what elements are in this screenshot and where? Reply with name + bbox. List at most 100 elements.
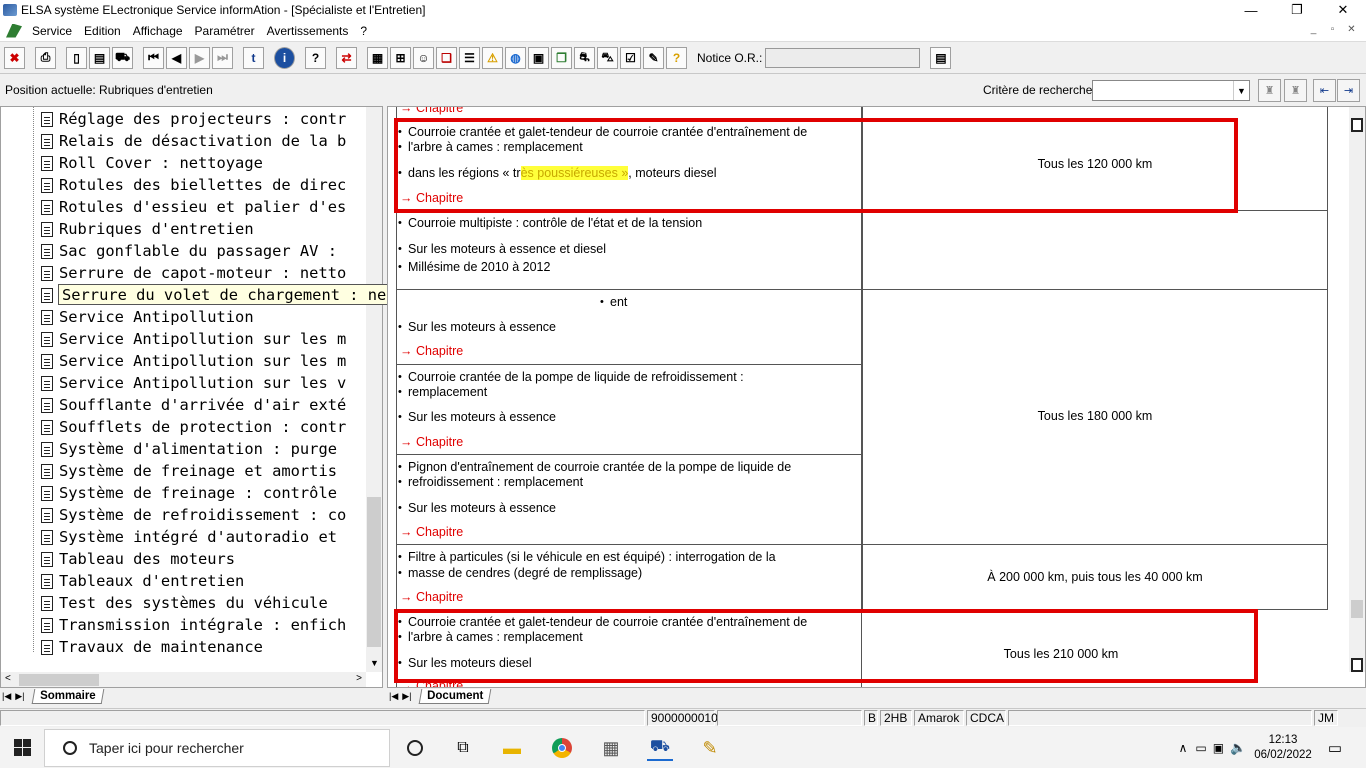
car-info-icon[interactable]: ⛍ — [597, 46, 618, 69]
start-button[interactable] — [0, 727, 44, 768]
tab-sommaire[interactable]: Sommaire — [31, 688, 104, 704]
tree-horizontal-scrollbar[interactable]: < > — [1, 672, 366, 687]
first-page-icon[interactable]: ⏮ — [143, 46, 164, 69]
volume-icon[interactable]: 🔈 — [1230, 740, 1246, 756]
paint-icon[interactable]: ✎ — [697, 735, 723, 761]
tree-item[interactable]: Système de refroidissement : co — [41, 504, 346, 526]
clock[interactable]: 12:13 06/02/2022 — [1254, 733, 1312, 763]
exit-icon[interactable]: ✖ — [4, 46, 25, 69]
tree-hscroll-thumb[interactable] — [19, 674, 99, 686]
expand-left-icon[interactable]: ⇤ — [1313, 79, 1336, 102]
maximize-button[interactable]: ❐ — [1274, 0, 1320, 20]
chevron-down-icon[interactable]: ▼ — [1233, 81, 1249, 100]
minimize-button[interactable]: — — [1228, 0, 1274, 20]
chapter-link[interactable]: → Chapitre — [400, 435, 463, 449]
grid-icon[interactable]: ⊞ — [390, 46, 411, 69]
calculator-icon[interactable]: ▦ — [598, 735, 624, 761]
taskbar-search[interactable]: Taper ici pour rechercher — [44, 728, 390, 767]
edit-icon[interactable]: ✎ — [643, 46, 664, 69]
tab-document[interactable]: Document — [418, 688, 492, 704]
chapter-link[interactable]: → Chapitre — [400, 590, 463, 604]
globe-icon[interactable]: ◍ — [505, 46, 526, 69]
tree-vertical-scrollbar[interactable]: ▼ — [366, 107, 382, 672]
mdi-close-button[interactable]: ✕ — [1343, 22, 1360, 37]
tree-item[interactable]: Système intégré d'autoradio et — [41, 526, 337, 548]
print-icon[interactable]: ⎙ — [35, 46, 56, 69]
menu-edition[interactable]: Edition — [80, 24, 129, 38]
tree-item[interactable]: Rubriques d'entretien — [41, 218, 254, 240]
tree-item[interactable]: Réglage des projecteurs : contr — [41, 108, 346, 130]
swap-icon[interactable]: ⇄ — [336, 46, 357, 69]
chapter-link[interactable]: → Chapitre — [400, 107, 463, 115]
tab-first-icon[interactable]: |◀ — [0, 691, 13, 702]
close-button[interactable]: ✕ — [1320, 0, 1366, 20]
tree-item[interactable]: Sac gonflable du passager AV : — [41, 240, 337, 262]
tree-item[interactable]: Rotules d'essieu et palier d'es — [41, 196, 346, 218]
tree-item[interactable]: Service Antipollution sur les m — [41, 350, 346, 372]
tree-item[interactable]: Tableau des moteurs — [41, 548, 235, 570]
tree-item[interactable]: Tableaux d'entretien — [41, 570, 244, 592]
menu-affichage[interactable]: Affichage — [129, 24, 191, 38]
tree-item[interactable]: Soufflets de protection : contr — [41, 416, 346, 438]
info-icon[interactable]: i — [274, 46, 295, 69]
calculator-icon[interactable]: ▦ — [367, 46, 388, 69]
network-icon[interactable]: ▣ — [1213, 741, 1224, 755]
tree-item[interactable]: Service Antipollution sur les v — [41, 372, 346, 394]
task-view-icon[interactable]: ⧉ — [450, 735, 476, 761]
search-criteria-select[interactable]: ▼ — [1092, 80, 1250, 101]
notes-icon[interactable]: ▤ — [89, 46, 110, 69]
list-icon[interactable]: ☰ — [459, 46, 480, 69]
tree-item[interactable]: Transmission intégrale : enfich — [41, 614, 346, 636]
mdi-restore-button[interactable]: ▫ — [1324, 22, 1341, 37]
chevron-left-icon[interactable]: < — [5, 673, 11, 684]
chevron-right-icon[interactable]: > — [356, 673, 362, 684]
search-next-icon[interactable]: ♜ — [1284, 79, 1307, 102]
tree-item[interactable]: Test des systèmes du véhicule — [41, 592, 328, 614]
mdi-minimize-button[interactable]: _ — [1305, 22, 1322, 37]
book-icon[interactable]: ❏ — [436, 46, 457, 69]
tree-item[interactable]: Rotules des biellettes de direc — [41, 174, 346, 196]
notice-input[interactable] — [765, 47, 921, 68]
notification-icon[interactable]: ▭ — [1328, 739, 1342, 757]
tree-item[interactable]: Roll Cover : nettoyage — [41, 152, 263, 174]
tab-first-icon[interactable]: |◀ — [387, 691, 400, 702]
tree-item[interactable]: Système de freinage : contrôle — [41, 482, 337, 504]
tab-last-icon[interactable]: ▶| — [13, 691, 26, 702]
vehicle-icon[interactable]: ⛟ — [112, 46, 133, 69]
tree-item[interactable]: Système d'alimentation : purge — [41, 438, 337, 460]
warning-icon[interactable]: ⚠ — [482, 46, 503, 69]
person-icon[interactable]: ☺ — [413, 46, 434, 69]
tree-item[interactable]: Système de freinage et amortis — [41, 460, 337, 482]
help-icon[interactable]: ? — [305, 46, 326, 69]
cortana-icon[interactable] — [402, 735, 428, 761]
next-page-icon[interactable]: ▶ — [189, 46, 210, 69]
tree-item[interactable]: Serrure de capot-moteur : netto — [41, 262, 346, 284]
menu-service[interactable]: Service — [28, 24, 80, 38]
elsa-taskbar-icon[interactable]: ⛟ — [647, 735, 673, 761]
chapter-link[interactable]: → Chapitre — [400, 344, 463, 358]
file-explorer-icon[interactable]: ▬ — [499, 735, 525, 761]
tree-item[interactable]: Travaux de maintenance — [41, 636, 263, 658]
tree-item[interactable]: Service Antipollution — [41, 306, 254, 328]
chapter-link[interactable]: → Chapitre — [400, 525, 463, 539]
tree-item[interactable]: Service Antipollution sur les m — [41, 328, 346, 350]
menu-parametrer[interactable]: Paramétrer — [191, 24, 263, 38]
save-icon[interactable]: ▣ — [528, 46, 549, 69]
battery-icon[interactable]: ▭ — [1195, 741, 1206, 755]
last-page-icon[interactable]: ⏭ — [212, 46, 233, 69]
tree-item[interactable]: Soufflante d'arrivée d'air exté — [41, 394, 346, 416]
tree-scroll-thumb[interactable] — [367, 497, 381, 647]
prev-page-icon[interactable]: ◀ — [166, 46, 187, 69]
tree-item[interactable]: Relais de désactivation de la b — [41, 130, 346, 152]
chevron-down-icon[interactable]: ▼ — [370, 658, 379, 668]
menu-avertissements[interactable]: Avertissements — [263, 24, 357, 38]
checklist-icon[interactable]: ☑ — [620, 46, 641, 69]
chrome-icon[interactable] — [549, 735, 575, 761]
notice-action-icon[interactable]: ▤ — [930, 46, 952, 69]
context-help-icon[interactable]: ? — [666, 46, 687, 69]
car-icon[interactable]: ⛐ — [574, 46, 595, 69]
tab-last-icon[interactable]: ▶| — [400, 691, 413, 702]
expand-right-icon[interactable]: ⇥ — [1337, 79, 1360, 102]
document-scroll-thumb[interactable] — [1351, 600, 1363, 618]
document-vertical-scrollbar[interactable] — [1349, 107, 1365, 672]
